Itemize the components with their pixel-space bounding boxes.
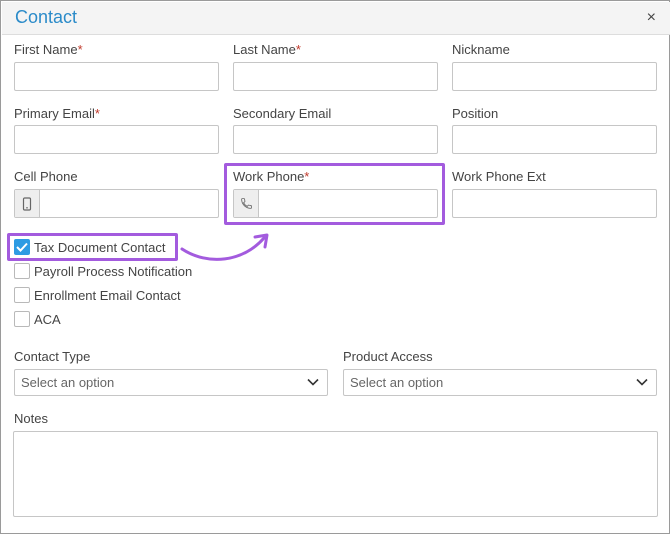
checkbox-label: Tax Document Contact bbox=[34, 239, 166, 255]
select-placeholder: Select an option bbox=[21, 375, 115, 390]
callout-arrow bbox=[180, 233, 269, 261]
dialog-title: Contact bbox=[15, 7, 78, 27]
notes-textarea[interactable] bbox=[13, 431, 658, 517]
checkbox[interactable] bbox=[14, 287, 30, 303]
phone-icon bbox=[234, 190, 259, 217]
checkmark-icon bbox=[16, 242, 28, 252]
mobile-phone-icon bbox=[15, 190, 40, 217]
product-access-label: Product Access bbox=[343, 349, 433, 364]
primary-email-label: Primary Email* bbox=[14, 106, 100, 121]
first-name-input[interactable] bbox=[14, 62, 219, 91]
checkbox[interactable] bbox=[14, 263, 30, 279]
select-placeholder: Select an option bbox=[350, 375, 444, 390]
chevron-down-icon bbox=[307, 378, 319, 386]
checkbox-label: Enrollment Email Contact bbox=[34, 287, 181, 303]
checkbox-checked[interactable] bbox=[14, 239, 30, 255]
cell-phone-label: Cell Phone bbox=[14, 169, 78, 184]
product-access-select[interactable]: Select an option bbox=[343, 369, 657, 396]
notes-label: Notes bbox=[14, 411, 48, 426]
primary-email-input[interactable] bbox=[14, 125, 219, 154]
work-phone-label: Work Phone* bbox=[233, 169, 310, 184]
position-label: Position bbox=[452, 106, 499, 121]
chevron-down-icon bbox=[636, 378, 648, 386]
work-phone-input[interactable] bbox=[233, 189, 438, 218]
checkbox-label: Payroll Process Notification bbox=[34, 263, 193, 279]
dialog-header: Contact × bbox=[2, 2, 670, 35]
work-phone-ext-label: Work Phone Ext bbox=[452, 169, 546, 184]
secondary-email-input[interactable] bbox=[233, 125, 438, 154]
checkbox-label: ACA bbox=[34, 311, 61, 327]
work-phone-ext-input[interactable] bbox=[452, 189, 657, 218]
secondary-email-label: Secondary Email bbox=[233, 106, 332, 121]
contact-type-label: Contact Type bbox=[14, 349, 91, 364]
contact-type-select[interactable]: Select an option bbox=[14, 369, 328, 396]
last-name-input[interactable] bbox=[233, 62, 438, 91]
enrollment-email-contact-checkbox[interactable]: Enrollment Email Contact bbox=[14, 286, 181, 304]
cell-phone-input[interactable] bbox=[14, 189, 219, 218]
aca-checkbox[interactable]: ACA bbox=[14, 310, 61, 328]
tax-document-contact-checkbox[interactable]: Tax Document Contact bbox=[14, 238, 166, 256]
checkbox[interactable] bbox=[14, 311, 30, 327]
close-icon[interactable]: × bbox=[647, 9, 656, 27]
nickname-label: Nickname bbox=[452, 42, 510, 57]
last-name-label: Last Name* bbox=[233, 42, 301, 57]
position-input[interactable] bbox=[452, 125, 657, 154]
nickname-input[interactable] bbox=[452, 62, 657, 91]
first-name-label: First Name* bbox=[14, 42, 83, 57]
payroll-process-notification-checkbox[interactable]: Payroll Process Notification bbox=[14, 262, 192, 280]
